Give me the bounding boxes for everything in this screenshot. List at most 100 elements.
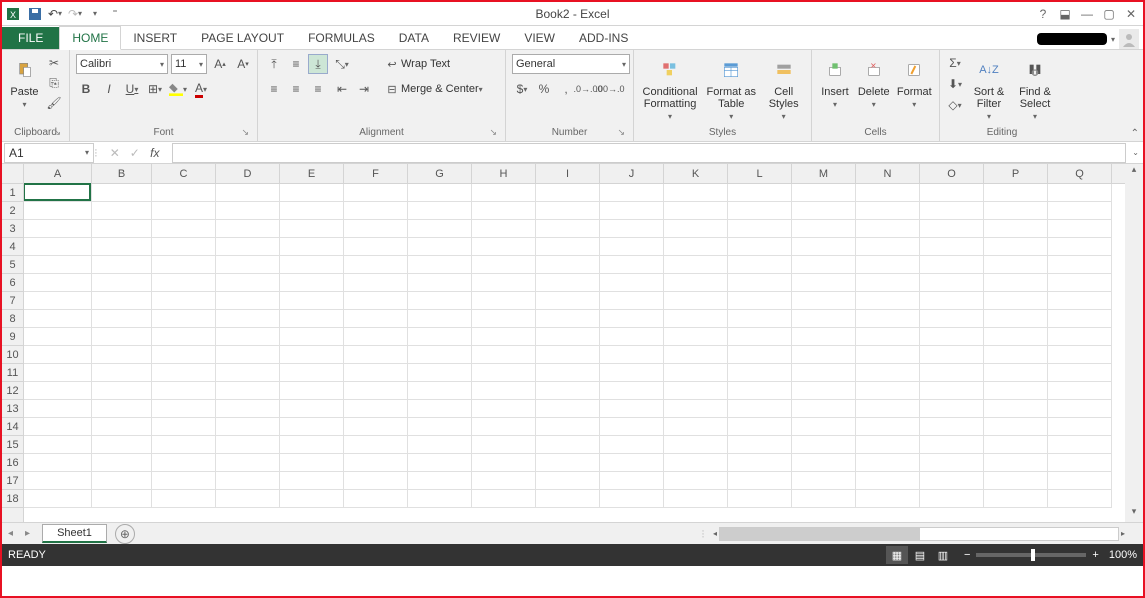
cell[interactable] <box>408 454 472 472</box>
row-header[interactable]: 17 <box>2 472 23 490</box>
decrease-decimal-icon[interactable]: .00→.0 <box>600 79 620 99</box>
row-header[interactable]: 13 <box>2 400 23 418</box>
cell[interactable] <box>92 184 152 202</box>
cell[interactable] <box>408 310 472 328</box>
cell[interactable] <box>536 364 600 382</box>
cell[interactable] <box>152 490 216 508</box>
cell[interactable] <box>152 274 216 292</box>
font-color-icon[interactable]: A▾ <box>191 79 211 99</box>
cell[interactable] <box>1048 490 1112 508</box>
hscroll-left-icon[interactable]: ◂ <box>713 529 717 538</box>
column-header[interactable]: J <box>600 164 664 183</box>
tab-page-layout[interactable]: PAGE LAYOUT <box>189 27 296 49</box>
cell[interactable] <box>1048 436 1112 454</box>
cell[interactable] <box>920 364 984 382</box>
row-header[interactable]: 7 <box>2 292 23 310</box>
hscroll-right-icon[interactable]: ▸ <box>1121 529 1125 538</box>
cell[interactable] <box>344 418 408 436</box>
cell[interactable] <box>216 418 280 436</box>
cell[interactable] <box>600 400 664 418</box>
cell[interactable] <box>1048 256 1112 274</box>
cell[interactable] <box>920 328 984 346</box>
cell[interactable] <box>92 202 152 220</box>
cell[interactable] <box>344 202 408 220</box>
tab-view[interactable]: VIEW <box>512 27 567 49</box>
cell[interactable] <box>856 310 920 328</box>
cell[interactable] <box>728 310 792 328</box>
cell-styles-button[interactable]: Cell Styles▾ <box>762 54 805 121</box>
cell[interactable] <box>92 454 152 472</box>
cell[interactable] <box>920 238 984 256</box>
decrease-indent-icon[interactable]: ⇤ <box>332 79 352 99</box>
page-layout-view-icon[interactable]: ▤ <box>909 546 931 564</box>
cell[interactable] <box>408 220 472 238</box>
cell[interactable] <box>408 202 472 220</box>
cell[interactable] <box>792 346 856 364</box>
font-name-select[interactable]: Calibri▾ <box>76 54 168 74</box>
align-left-icon[interactable]: ≡ <box>264 79 284 99</box>
cell[interactable] <box>664 418 728 436</box>
row-header[interactable]: 1 <box>2 184 23 202</box>
cell[interactable] <box>856 418 920 436</box>
cell[interactable] <box>856 490 920 508</box>
row-header[interactable]: 5 <box>2 256 23 274</box>
cell[interactable] <box>984 238 1048 256</box>
sheet-nav-next-icon[interactable]: ▸ <box>19 528 36 539</box>
cell[interactable] <box>536 418 600 436</box>
row-header[interactable]: 16 <box>2 454 23 472</box>
row-header[interactable]: 10 <box>2 346 23 364</box>
cell[interactable] <box>600 238 664 256</box>
cell[interactable] <box>536 292 600 310</box>
cell[interactable] <box>92 490 152 508</box>
zoom-out-icon[interactable]: − <box>964 549 970 561</box>
cell[interactable] <box>856 292 920 310</box>
cell[interactable] <box>984 400 1048 418</box>
cell[interactable] <box>408 382 472 400</box>
cell[interactable] <box>92 256 152 274</box>
cell[interactable] <box>408 436 472 454</box>
avatar[interactable] <box>1119 29 1139 49</box>
cell[interactable] <box>792 364 856 382</box>
cell[interactable] <box>792 328 856 346</box>
cell[interactable] <box>728 454 792 472</box>
cell[interactable] <box>92 274 152 292</box>
cell[interactable] <box>344 400 408 418</box>
cell[interactable] <box>216 328 280 346</box>
cell[interactable] <box>920 454 984 472</box>
cell[interactable] <box>728 202 792 220</box>
align-top-icon[interactable]: ⤒ <box>264 54 284 74</box>
merge-center-button[interactable]: ⊟Merge & Center ▾ <box>378 79 488 99</box>
cell[interactable] <box>1048 202 1112 220</box>
cell[interactable] <box>1048 472 1112 490</box>
cell[interactable] <box>280 328 344 346</box>
sort-filter-button[interactable]: A↓Z Sort & Filter▾ <box>968 54 1010 121</box>
cell[interactable] <box>664 328 728 346</box>
zoom-in-icon[interactable]: + <box>1092 549 1098 561</box>
cell[interactable] <box>984 382 1048 400</box>
tab-home[interactable]: HOME <box>59 26 121 50</box>
cell[interactable] <box>920 382 984 400</box>
cell[interactable] <box>216 490 280 508</box>
cell[interactable] <box>152 184 216 202</box>
sheet-tab-sheet1[interactable]: Sheet1 <box>42 524 107 543</box>
cell[interactable] <box>728 274 792 292</box>
cell[interactable] <box>664 310 728 328</box>
cell[interactable] <box>600 454 664 472</box>
cell[interactable] <box>600 274 664 292</box>
row-header[interactable]: 12 <box>2 382 23 400</box>
cell[interactable] <box>1048 220 1112 238</box>
cell[interactable] <box>344 382 408 400</box>
enter-formula-icon[interactable]: ✓ <box>126 144 144 162</box>
align-center-icon[interactable]: ≡ <box>286 79 306 99</box>
cell[interactable] <box>24 364 92 382</box>
cell[interactable] <box>984 274 1048 292</box>
cell[interactable] <box>408 472 472 490</box>
grow-font-icon[interactable]: A▴ <box>210 54 230 74</box>
cell[interactable] <box>536 256 600 274</box>
cell[interactable] <box>536 184 600 202</box>
cell[interactable] <box>24 238 92 256</box>
cell[interactable] <box>24 346 92 364</box>
cell[interactable] <box>792 274 856 292</box>
cell[interactable] <box>216 202 280 220</box>
cell[interactable] <box>92 220 152 238</box>
